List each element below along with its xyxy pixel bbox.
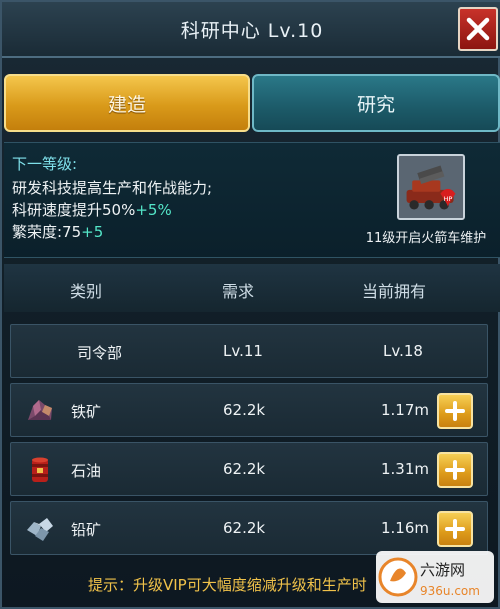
row-name: 司令部 xyxy=(77,344,123,362)
info-line-2: 科研速度提升50%+5% xyxy=(12,199,172,220)
row-required: 62.2k xyxy=(223,401,266,419)
row-owned: 1.17m xyxy=(381,401,430,419)
row-required: 62.2k xyxy=(223,519,266,537)
dialog-title: 科研中心 Lv.10 xyxy=(180,20,324,42)
lead-ore-icon xyxy=(27,518,53,541)
header-category: 类别 xyxy=(70,282,103,301)
row-owned: 1.31m xyxy=(381,460,430,478)
plus-icon xyxy=(445,460,465,480)
add-iron-button[interactable] xyxy=(437,393,473,429)
info-line-1: 研发科技提高生产和作战能力; xyxy=(12,179,213,197)
info-line-3: 繁荣度:75+5 xyxy=(12,221,103,242)
iron-ore-icon xyxy=(28,400,52,420)
table-row: 铁矿 62.2k 1.17m xyxy=(10,383,488,437)
svg-text:HP: HP xyxy=(443,195,452,203)
add-lead-button[interactable] xyxy=(437,511,473,547)
row-name: 铅矿 xyxy=(71,521,102,539)
close-icon xyxy=(466,17,490,41)
table-row: 铅矿 62.2k 1.16m xyxy=(10,501,488,555)
oil-barrel-icon xyxy=(32,457,48,482)
plus-icon xyxy=(445,401,465,421)
table-row: 司令部 Lv.11 Lv.18 xyxy=(10,324,488,378)
table-header: 类别 需求 当前拥有 xyxy=(4,264,500,312)
row-required: Lv.11 xyxy=(223,342,263,360)
tab-research[interactable]: 研究 xyxy=(252,74,500,132)
tab-build[interactable]: 建造 xyxy=(4,74,250,132)
svg-text:936u.com: 936u.com xyxy=(420,584,480,598)
row-required: 62.2k xyxy=(223,460,266,478)
prosperity-bonus: +5 xyxy=(81,223,104,241)
rocket-vehicle-icon[interactable]: HP xyxy=(397,154,465,220)
site-watermark: 六游网 936u.com xyxy=(376,551,494,603)
row-name: 铁矿 xyxy=(71,403,102,421)
dialog-frame: 科研中心 Lv.10 建造 研究 下一等级: 研发科技提高生产和作战能力; 科研… xyxy=(0,0,500,609)
svg-text:六游网: 六游网 xyxy=(420,561,465,579)
add-oil-button[interactable] xyxy=(437,452,473,488)
header-owned: 当前拥有 xyxy=(362,282,427,301)
plus-icon xyxy=(445,519,465,539)
research-speed-text: 科研速度提升50% xyxy=(12,201,136,219)
row-owned: Lv.18 xyxy=(383,342,423,360)
header-required: 需求 xyxy=(222,282,255,301)
next-level-label: 下一等级: xyxy=(12,155,78,173)
research-speed-bonus: +5% xyxy=(135,201,172,219)
row-owned: 1.16m xyxy=(381,519,430,537)
vip-tip: 提示：升级VIP可大幅度缩减升级和生产时 xyxy=(88,576,367,594)
unlock-caption: 11级开启火箭车维护 xyxy=(365,231,487,246)
table-row: 石油 62.2k 1.31m xyxy=(10,442,488,496)
prosperity-text: 繁荣度:75 xyxy=(12,223,82,241)
close-button[interactable] xyxy=(458,7,498,51)
row-name: 石油 xyxy=(71,462,102,480)
title-bar: 科研中心 Lv.10 xyxy=(2,2,500,58)
